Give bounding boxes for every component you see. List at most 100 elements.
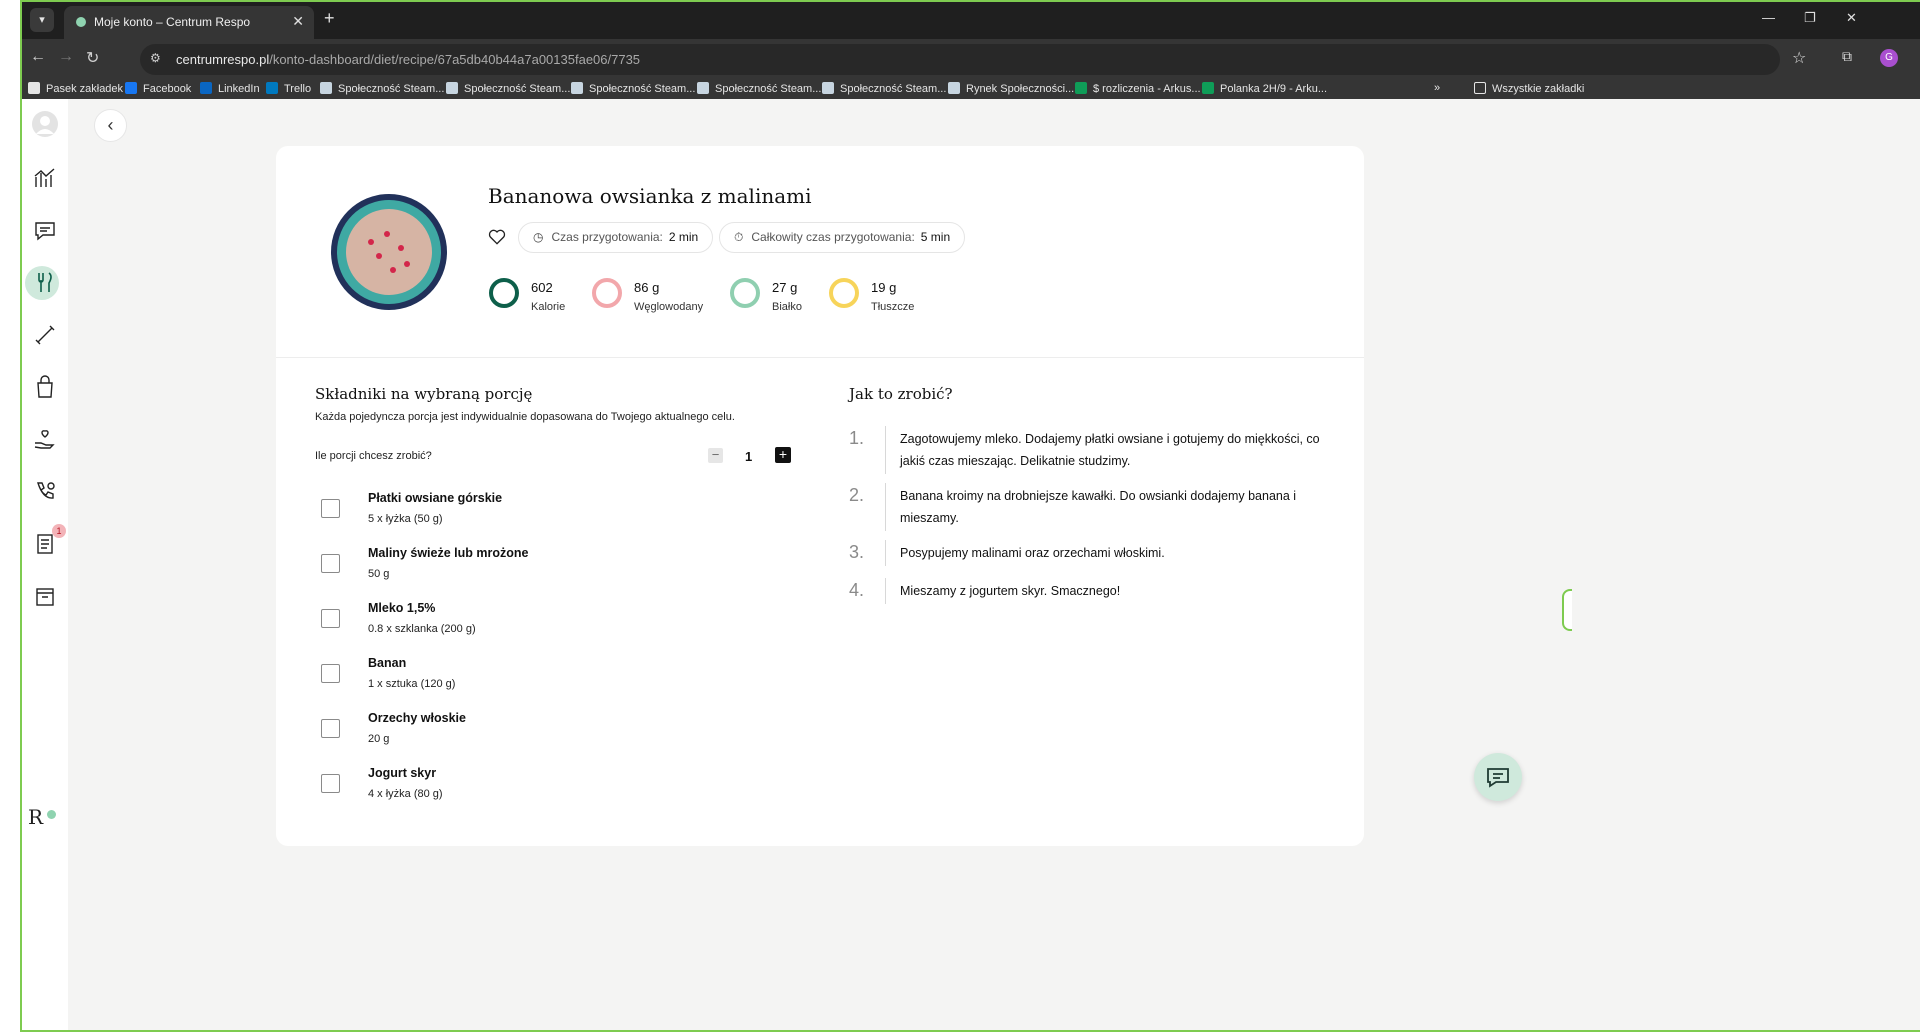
bookmark-item[interactable]: Trello <box>266 82 311 95</box>
macro-ring-icon <box>489 278 519 308</box>
bookmark-label: $ rozliczenia - Arkus... <box>1093 83 1201 95</box>
profile-avatar[interactable]: G <box>1880 49 1898 67</box>
chat-bubble-icon <box>1487 768 1509 788</box>
diet-cutlery-icon[interactable] <box>30 267 60 297</box>
step-divider <box>885 578 886 604</box>
tab-close-icon[interactable]: ✕ <box>292 13 304 30</box>
favorite-heart-icon[interactable] <box>487 227 507 247</box>
steam-icon <box>822 82 834 94</box>
card-divider <box>276 357 1364 358</box>
ingredient-checkbox[interactable] <box>321 609 340 628</box>
bookmark-label: Społeczność Steam... <box>338 83 445 95</box>
bookmark-item[interactable]: Rynek Społeczności... <box>948 82 1074 95</box>
back-button[interactable]: ‹ <box>94 109 127 142</box>
total-time-label: Całkowity czas przygotowania: <box>751 230 915 244</box>
ingredient-name: Mleko 1,5% <box>368 601 436 615</box>
step-number: 3. <box>849 542 865 562</box>
macro-ring-icon <box>730 278 760 308</box>
tab-search-dropdown-icon[interactable]: ▾ <box>30 8 54 32</box>
all-bookmarks-folder[interactable]: Wszystkie zakładki <box>1474 82 1584 95</box>
folder-icon <box>28 82 40 94</box>
bookmark-item[interactable]: $ rozliczenia - Arkus... <box>1075 82 1201 95</box>
url-text: centrumrespo.pl/konto-dashboard/diet/rec… <box>176 52 641 67</box>
ingredients-title: Składniki na wybraną porcję <box>315 385 533 403</box>
bookmark-label: Społeczność Steam... <box>715 83 822 95</box>
step-number: 2. <box>849 485 865 505</box>
url-input[interactable]: ⚙ centrumrespo.pl/konto-dashboard/diet/r… <box>140 44 1780 75</box>
new-tab-icon[interactable]: + <box>324 8 335 29</box>
facebook-icon <box>125 82 137 94</box>
recipe-card: Bananowa owsianka z malinami ◷ Czas przyg… <box>276 146 1364 846</box>
chat-icon[interactable] <box>30 215 60 245</box>
decrease-portions-button[interactable]: − <box>708 448 723 463</box>
step-text: Mieszamy z jogurtem skyr. Smacznego! <box>900 584 1121 598</box>
side-edge-tab[interactable] <box>1562 589 1572 631</box>
step-text: Zagotowujemy mleko. Dodajemy płatki owsi… <box>900 432 1320 468</box>
respo-logo-dot <box>47 810 56 819</box>
ingredient-checkbox[interactable] <box>321 554 340 573</box>
bookmark-label: Rynek Społeczności... <box>966 83 1075 95</box>
bookmark-item[interactable]: Polanka 2H/9 - Arku... <box>1202 82 1327 95</box>
ingredient-checkbox[interactable] <box>321 774 340 793</box>
site-info-icon[interactable]: ⚙ <box>150 51 161 65</box>
step-number: 4. <box>849 580 865 600</box>
ingredient-quantity: 4 x łyżka (80 g) <box>368 788 443 800</box>
restore-icon[interactable]: ❐ <box>1804 10 1816 26</box>
step-divider <box>885 540 886 566</box>
reload-icon[interactable]: ↻ <box>86 48 99 68</box>
increase-portions-button[interactable]: + <box>775 447 791 463</box>
user-avatar-icon[interactable] <box>30 109 60 139</box>
minimize-icon[interactable]: — <box>1762 10 1775 25</box>
app-content: 1 R ‹ Bananowa owsianka z malinami ◷ Cza… <box>22 99 1920 1030</box>
bookmark-item[interactable]: Społeczność Steam... <box>822 82 946 95</box>
tab-title: Moje konto – Centrum Respo <box>94 15 251 29</box>
notification-badge: 1 <box>52 524 66 538</box>
total-time-value: 5 min <box>920 230 951 244</box>
tab-bar: ▾ Moje konto – Centrum Respo ✕ + — ❐ ✕ <box>22 2 1920 39</box>
bookmark-item[interactable]: Facebook <box>125 82 191 95</box>
chat-support-button[interactable] <box>1474 753 1522 801</box>
steam-icon <box>948 82 960 94</box>
steps-title: Jak to zrobić? <box>849 385 953 403</box>
trello-icon <box>266 82 278 94</box>
chevron-left-icon: ‹ <box>107 115 114 135</box>
prep-time-pill: ◷ Czas przygotowania: 2 min <box>518 222 714 253</box>
macro-label: Kalorie <box>531 301 566 313</box>
archive-box-icon[interactable] <box>30 581 60 611</box>
phone-contact-icon[interactable] <box>30 476 60 506</box>
training-icon[interactable] <box>30 320 60 350</box>
bookmark-item[interactable]: Pasek zakładek <box>28 82 123 95</box>
forward-icon[interactable]: → <box>58 48 74 66</box>
more-bookmarks-icon[interactable]: » <box>1434 82 1440 94</box>
all-bookmarks-label: Wszystkie zakładki <box>1492 83 1585 95</box>
bookmark-item[interactable]: Społeczność Steam... <box>571 82 695 95</box>
macro-ring-icon <box>592 278 622 308</box>
care-hand-icon[interactable] <box>30 424 60 454</box>
step-divider <box>885 483 886 531</box>
bookmark-label: LinkedIn <box>218 83 260 95</box>
ingredient-checkbox[interactable] <box>321 664 340 683</box>
macro-value: 602 <box>531 280 553 295</box>
ingredient-checkbox[interactable] <box>321 499 340 518</box>
bookmark-star-icon[interactable]: ☆ <box>1792 48 1806 68</box>
prep-time-label: Czas przygotowania: <box>551 230 663 244</box>
ingredient-checkbox[interactable] <box>321 719 340 738</box>
extensions-icon[interactable]: ⧉ <box>1842 48 1852 65</box>
step-divider <box>885 426 886 474</box>
recipe-image <box>331 194 447 310</box>
progress-chart-icon[interactable] <box>30 163 60 193</box>
sidebar: 1 R <box>22 99 68 1030</box>
active-tab[interactable]: Moje konto – Centrum Respo ✕ <box>64 6 314 39</box>
back-icon[interactable]: ← <box>30 48 46 66</box>
macro-value: 19 g <box>871 280 897 295</box>
bookmark-item[interactable]: Społeczność Steam... <box>697 82 821 95</box>
bookmark-item[interactable]: LinkedIn <box>200 82 260 95</box>
close-window-icon[interactable]: ✕ <box>1846 10 1857 26</box>
bookmark-item[interactable]: Społeczność Steam... <box>446 82 570 95</box>
bookmark-item[interactable]: Społeczność Steam... <box>320 82 444 95</box>
bookmark-label: Pasek zakładek <box>46 83 124 95</box>
ingredient-name: Maliny świeże lub mrożone <box>368 546 529 560</box>
linkedin-icon <box>200 82 212 94</box>
macro-value: 86 g <box>634 280 660 295</box>
shopping-bag-icon[interactable] <box>30 372 60 402</box>
